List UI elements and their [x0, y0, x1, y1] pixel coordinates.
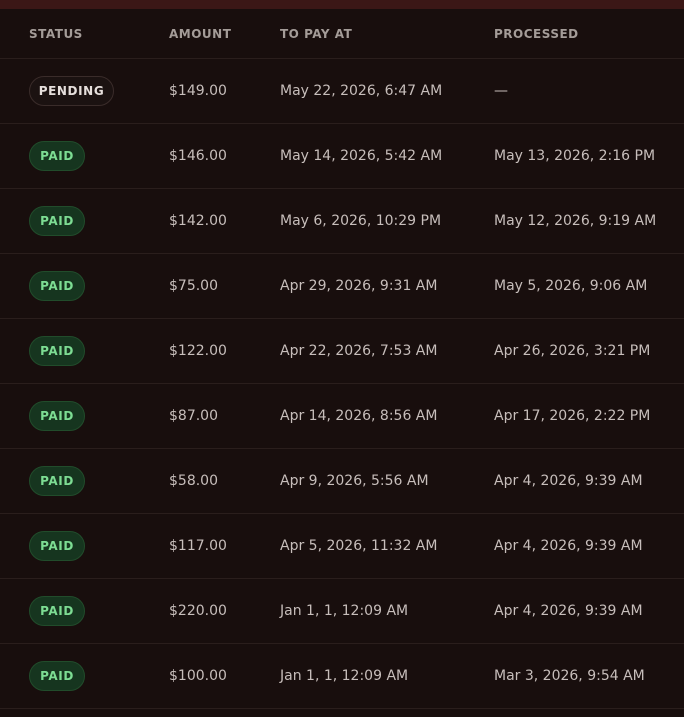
status-badge: PAID [29, 661, 85, 691]
status-cell: PAID [29, 384, 85, 448]
table-row[interactable]: PAID $142.00 May 6, 2026, 10:29 PM May 12, … [0, 189, 684, 254]
amount-cell: $100.00 [169, 668, 227, 684]
to-pay-at-cell: Apr 5, 2026, 11:32 AM [280, 538, 438, 554]
status-cell: PAID [29, 189, 85, 253]
to-pay-at-cell: May 22, 2026, 6:47 AM [280, 83, 443, 99]
status-cell: PENDING [29, 59, 114, 123]
status-cell: PAID [29, 449, 85, 513]
amount-cell: $149.00 [169, 83, 227, 99]
table-body: PENDING $149.00 May 22, 2026, 6:47 AM — PAID… [0, 59, 684, 709]
processed-cell: May 5, 2026, 9:06 AM [494, 278, 648, 294]
processed-cell: Apr 26, 2026, 3:21 PM [494, 343, 651, 359]
amount-cell: $122.00 [169, 343, 227, 359]
amount-cell: $58.00 [169, 473, 218, 489]
table-row[interactable]: PAID $100.00 Jan 1, 1, 12:09 AM Mar 3, 2026… [0, 644, 684, 709]
status-badge: PAID [29, 466, 85, 496]
table-row[interactable]: PAID $58.00 Apr 9, 2026, 5:56 AM Apr 4, 202… [0, 449, 684, 514]
status-badge: PAID [29, 596, 85, 626]
to-pay-at-cell: Jan 1, 1, 12:09 AM [280, 603, 409, 619]
to-pay-at-cell: Apr 14, 2026, 8:56 AM [280, 408, 438, 424]
status-cell: PAID [29, 254, 85, 318]
payments-table: STATUS AMOUNT TO PAY AT PROCESSED PENDIN… [0, 9, 684, 717]
table-header-row: STATUS AMOUNT TO PAY AT PROCESSED [0, 9, 684, 59]
amount-cell: $146.00 [169, 148, 227, 164]
amount-cell: $142.00 [169, 213, 227, 229]
processed-cell: — [494, 83, 508, 99]
table-row[interactable]: PAID $117.00 Apr 5, 2026, 11:32 AM Apr 4, 2… [0, 514, 684, 579]
processed-cell: Mar 3, 2026, 9:54 AM [494, 668, 645, 684]
processed-cell: Apr 4, 2026, 9:39 AM [494, 538, 643, 554]
to-pay-at-cell: Jan 1, 1, 12:09 AM [280, 668, 409, 684]
table-row[interactable]: PAID $75.00 Apr 29, 2026, 9:31 AM May 5, 20… [0, 254, 684, 319]
status-badge: PAID [29, 401, 85, 431]
status-badge: PAID [29, 336, 85, 366]
status-cell: PAID [29, 644, 85, 708]
status-badge: PAID [29, 206, 85, 236]
processed-cell: Apr 4, 2026, 9:39 AM [494, 603, 643, 619]
status-cell: PAID [29, 124, 85, 188]
status-badge: PAID [29, 271, 85, 301]
to-pay-at-cell: Apr 22, 2026, 7:53 AM [280, 343, 438, 359]
amount-cell: $220.00 [169, 603, 227, 619]
table-row[interactable]: PAID $220.00 Jan 1, 1, 12:09 AM Apr 4, 2026… [0, 579, 684, 644]
status-badge: PAID [29, 141, 85, 171]
status-badge: PAID [29, 531, 85, 561]
processed-cell: May 13, 2026, 2:16 PM [494, 148, 656, 164]
to-pay-at-cell: Apr 29, 2026, 9:31 AM [280, 278, 438, 294]
header-amount[interactable]: AMOUNT [169, 9, 231, 58]
header-processed[interactable]: PROCESSED [494, 9, 579, 58]
amount-cell: $117.00 [169, 538, 227, 554]
amount-cell: $87.00 [169, 408, 218, 424]
top-accent-strip [0, 0, 684, 9]
processed-cell: Apr 17, 2026, 2:22 PM [494, 408, 651, 424]
to-pay-at-cell: May 14, 2026, 5:42 AM [280, 148, 443, 164]
processed-cell: May 12, 2026, 9:19 AM [494, 213, 657, 229]
header-status[interactable]: STATUS [29, 9, 83, 58]
header-to-pay-at[interactable]: TO PAY AT [280, 9, 352, 58]
to-pay-at-cell: Apr 9, 2026, 5:56 AM [280, 473, 429, 489]
amount-cell: $75.00 [169, 278, 218, 294]
processed-cell: Apr 4, 2026, 9:39 AM [494, 473, 643, 489]
table-row[interactable]: PAID $146.00 May 14, 2026, 5:42 AM May 13, … [0, 124, 684, 189]
status-badge: PENDING [29, 76, 114, 106]
status-cell: PAID [29, 579, 85, 643]
table-row[interactable]: PENDING $149.00 May 22, 2026, 6:47 AM — [0, 59, 684, 124]
table-row[interactable]: PAID $87.00 Apr 14, 2026, 8:56 AM Apr 17, 2… [0, 384, 684, 449]
table-row[interactable]: PAID $122.00 Apr 22, 2026, 7:53 AM Apr 26, … [0, 319, 684, 384]
status-cell: PAID [29, 514, 85, 578]
status-cell: PAID [29, 319, 85, 383]
to-pay-at-cell: May 6, 2026, 10:29 PM [280, 213, 442, 229]
